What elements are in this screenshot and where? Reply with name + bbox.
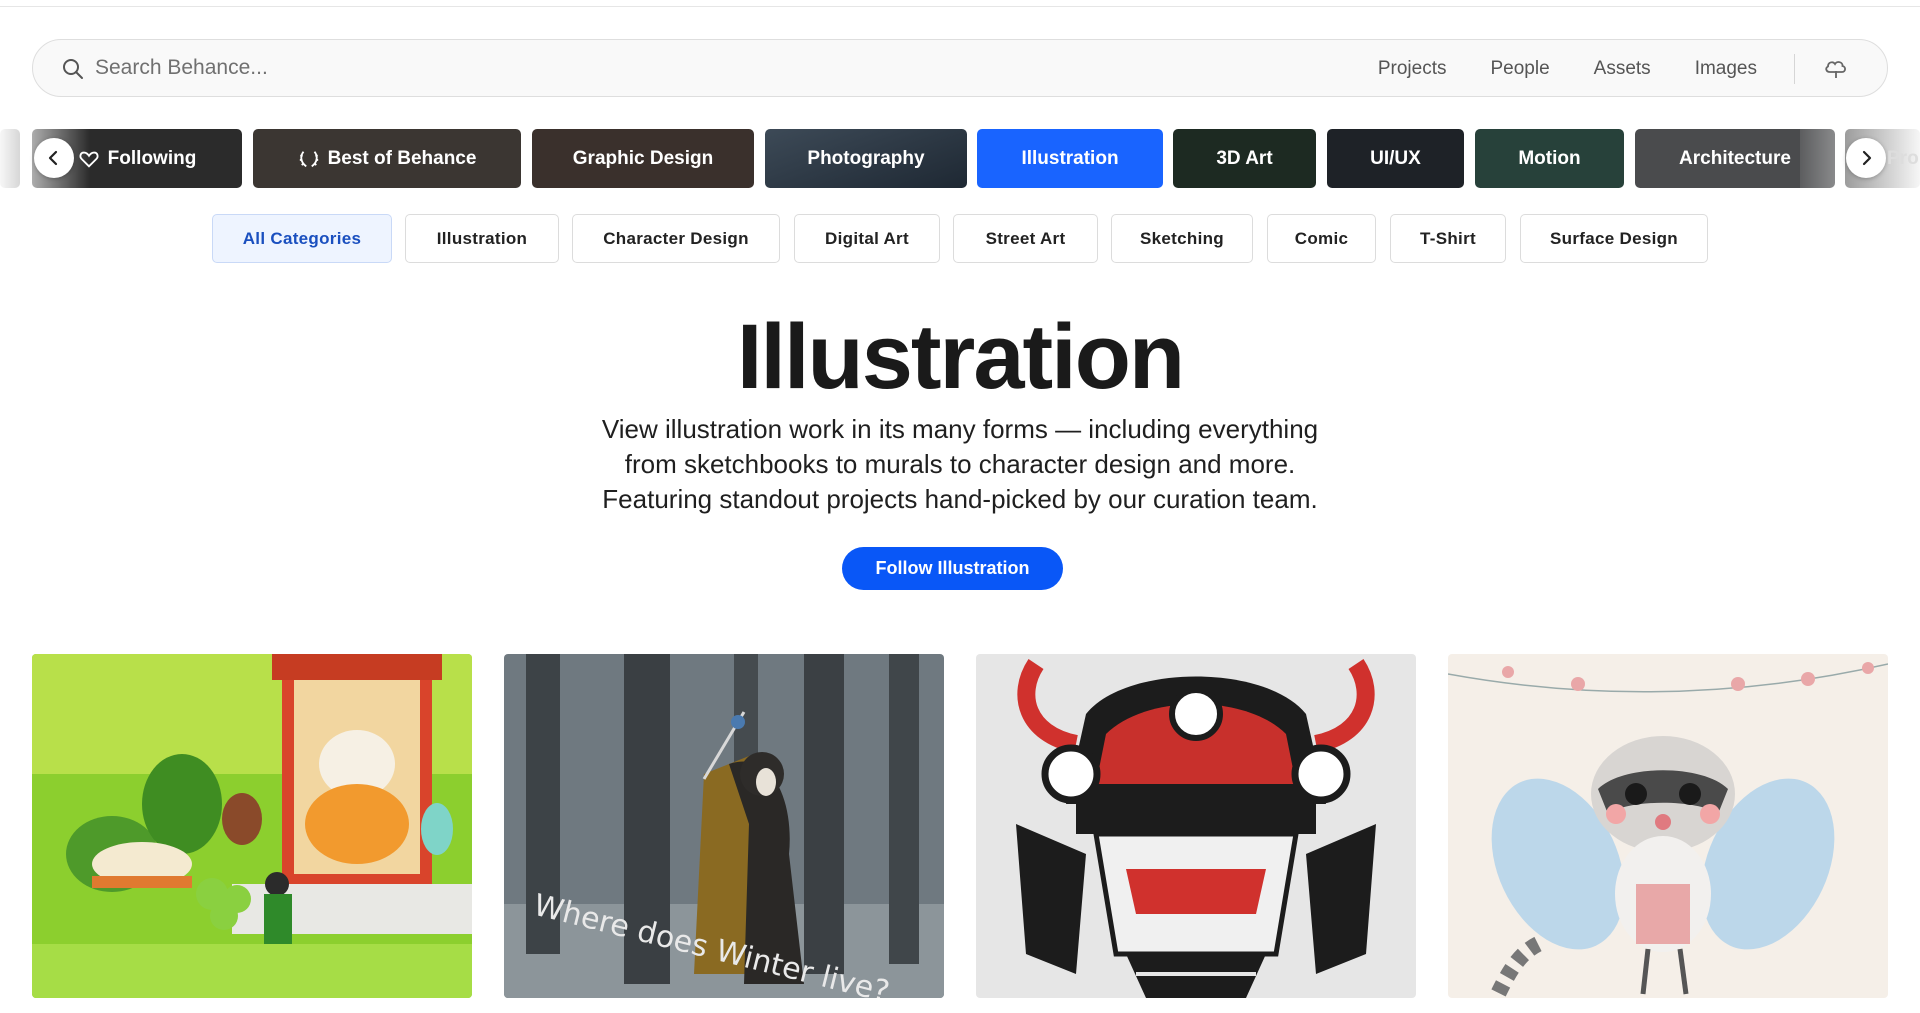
subcategory-digital-art[interactable]: Digital Art [794, 214, 940, 263]
search-link-projects[interactable]: Projects [1378, 58, 1447, 80]
category-tile-photography[interactable]: Photography [765, 129, 967, 188]
search-input[interactable] [95, 50, 795, 86]
search-bar[interactable]: Projects People Assets Images [32, 39, 1888, 97]
chevron-right-icon [1862, 150, 1872, 166]
cloud-search-icon[interactable] [1823, 57, 1849, 81]
description-line: View illustration work in its many forms… [601, 414, 1319, 444]
category-tile-motion[interactable]: Motion [1475, 129, 1624, 188]
category-label: Motion [1518, 147, 1581, 169]
carousel-next-button[interactable] [1846, 138, 1886, 178]
category-label: 3D Art [1216, 147, 1273, 169]
category-tile-ui-ux[interactable]: UI/UX [1327, 129, 1464, 188]
subcategory-all-categories[interactable]: All Categories [212, 214, 392, 263]
category-label: Graphic Design [572, 147, 714, 169]
cats-temple-artwork [32, 654, 472, 998]
page-title: Illustration [736, 306, 1185, 408]
project-thumbnail-1[interactable] [32, 654, 472, 998]
description-line: from sketchbooks to murals to character … [624, 449, 1296, 479]
samurai-helmet-artwork [976, 654, 1416, 998]
subcategory-comic[interactable]: Comic [1267, 214, 1376, 263]
subcategory-sketching[interactable]: Sketching [1111, 214, 1253, 263]
subcategory-illustration[interactable]: Illustration [405, 214, 559, 263]
category-tile-illustration[interactable]: Illustration [977, 129, 1163, 188]
description-line: Featuring standout projects hand-picked … [602, 484, 1318, 514]
category-tile-3d-art[interactable]: 3D Art [1173, 129, 1316, 188]
search-icon [63, 59, 83, 79]
category-tile-best-of-behance[interactable]: Best of Behance [253, 129, 521, 188]
search-divider [1794, 54, 1795, 84]
follow-illustration-button[interactable]: Follow Illustration [842, 547, 1063, 590]
category-label: Illustration [1021, 147, 1119, 169]
search-link-assets[interactable]: Assets [1594, 58, 1651, 80]
category-label: Architecture [1679, 147, 1791, 169]
winter-forest-artwork: Where does Winter live? [504, 654, 944, 998]
subcategory-t-shirt[interactable]: T-Shirt [1390, 214, 1506, 263]
category-label: Photography [807, 147, 925, 169]
project-thumbnail-3[interactable] [976, 654, 1416, 998]
chevron-left-icon [48, 150, 58, 166]
subcategory-street-art[interactable]: Street Art [953, 214, 1098, 263]
category-label: UI/UX [1370, 147, 1421, 169]
raccoon-fairy-artwork [1448, 654, 1888, 998]
subcategory-surface-design[interactable]: Surface Design [1520, 214, 1708, 263]
laurel-icon [299, 150, 318, 167]
project-thumbnail-2[interactable]: Where does Winter live? [504, 654, 944, 998]
heart-icon [79, 151, 99, 168]
search-scope-links: Projects People Assets Images [1378, 58, 1757, 80]
category-tile-graphic-design[interactable]: Graphic Design [532, 129, 754, 188]
search-link-people[interactable]: People [1490, 58, 1549, 80]
search-link-images[interactable]: Images [1695, 58, 1757, 80]
category-label: Pro [1887, 147, 1919, 169]
page-description: View illustration work in its many forms… [560, 412, 1360, 517]
top-divider [0, 6, 1920, 7]
category-label: Best of Behance [327, 147, 477, 169]
category-label: Following [107, 147, 197, 169]
carousel-prev-button[interactable] [34, 138, 74, 178]
subcategory-character-design[interactable]: Character Design [572, 214, 780, 263]
project-thumbnail-4[interactable] [1448, 654, 1888, 998]
